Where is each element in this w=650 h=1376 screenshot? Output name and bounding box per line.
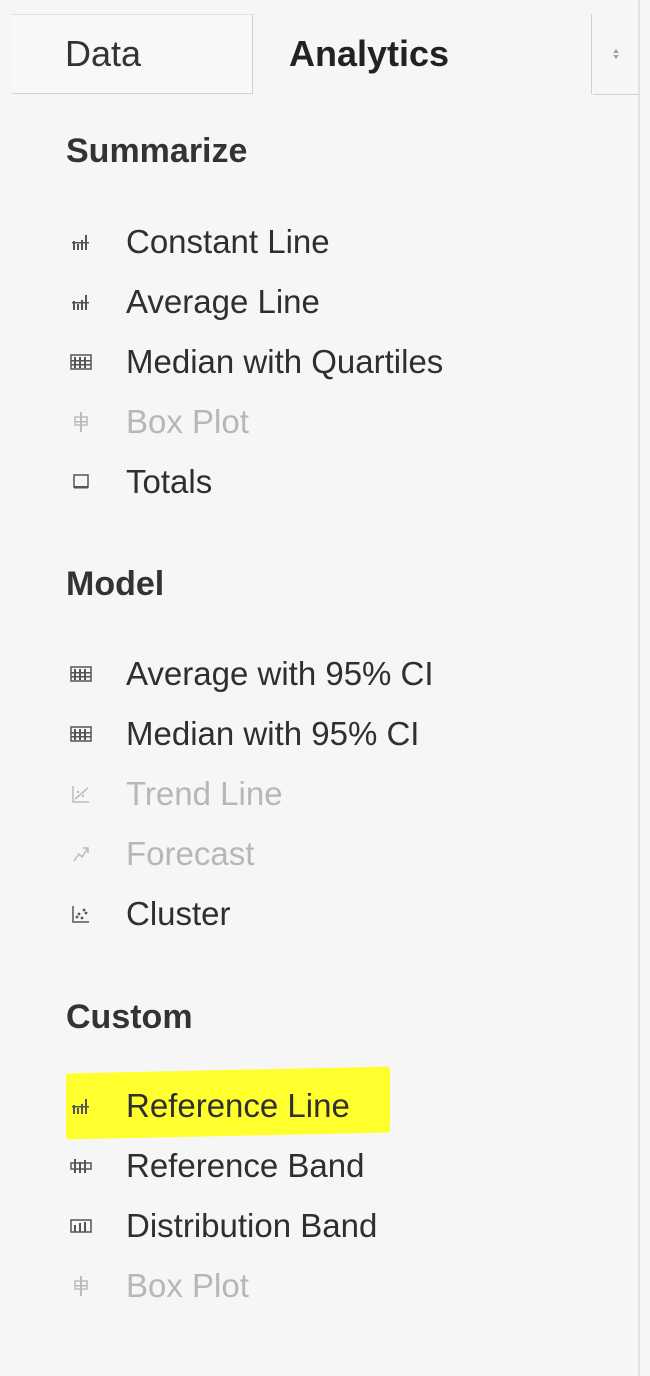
constant-line-icon [66,227,96,257]
box-plot-icon [66,407,96,437]
distribution-band-icon [66,1211,96,1241]
item-cluster[interactable]: Cluster [60,886,580,942]
tab-analytics-label: Analytics [289,33,450,74]
item-label: Reference Band [126,1147,365,1184]
median-quartiles-icon [66,347,96,377]
item-label: Distribution Band [126,1207,378,1244]
median-ci-icon [66,719,96,749]
reference-band-icon [66,1151,96,1181]
sort-button[interactable] [593,14,638,95]
item-median-ci[interactable]: Median with 95% CI [60,706,580,762]
item-label: Constant Line [126,223,330,260]
section-title-custom: Custom [66,998,193,1036]
item-reference-band[interactable]: Reference Band [60,1138,580,1194]
forecast-icon [66,839,96,869]
item-label: Average with 95% CI [126,655,434,692]
item-constant-line[interactable]: Constant Line [60,214,580,270]
item-label: Reference Line [126,1087,350,1124]
analytics-pane: Data Analytics Summarize Constant Line A… [0,0,640,1376]
tab-analytics[interactable]: Analytics [252,14,592,94]
item-label: Cluster [126,895,231,932]
tab-data-label: Data [65,33,142,74]
average-line-icon [66,287,96,317]
item-reference-line[interactable]: Reference Line [60,1078,580,1134]
section-title-model: Model [66,565,165,603]
tab-data[interactable]: Data [12,14,252,94]
item-trend-line[interactable]: Trend Line [60,766,580,822]
item-median-quartiles[interactable]: Median with Quartiles [60,334,580,390]
item-label: Forecast [126,835,255,872]
item-label: Median with Quartiles [126,343,444,380]
item-label: Median with 95% CI [126,715,420,752]
sort-arrows-icon [612,49,619,59]
section-title-summarize: Summarize [66,132,248,170]
box-plot-icon [66,1271,96,1301]
item-box-plot-custom[interactable]: Box Plot [60,1258,580,1314]
average-ci-icon [66,659,96,689]
item-label: Box Plot [126,1267,249,1304]
item-label: Totals [126,463,213,500]
item-label: Box Plot [126,403,249,440]
item-average-ci[interactable]: Average with 95% CI [60,646,580,702]
cluster-icon [66,899,96,929]
item-distribution-band[interactable]: Distribution Band [60,1198,580,1254]
item-box-plot[interactable]: Box Plot [60,394,580,450]
item-average-line[interactable]: Average Line [60,274,580,330]
pane-tabs: Data Analytics [0,14,638,95]
trend-line-icon [66,779,96,809]
item-label: Average Line [126,283,320,320]
reference-line-icon [66,1091,96,1121]
item-forecast[interactable]: Forecast [60,826,580,882]
item-totals[interactable]: Totals [60,454,580,510]
item-label: Trend Line [126,775,283,812]
totals-icon [66,467,96,497]
